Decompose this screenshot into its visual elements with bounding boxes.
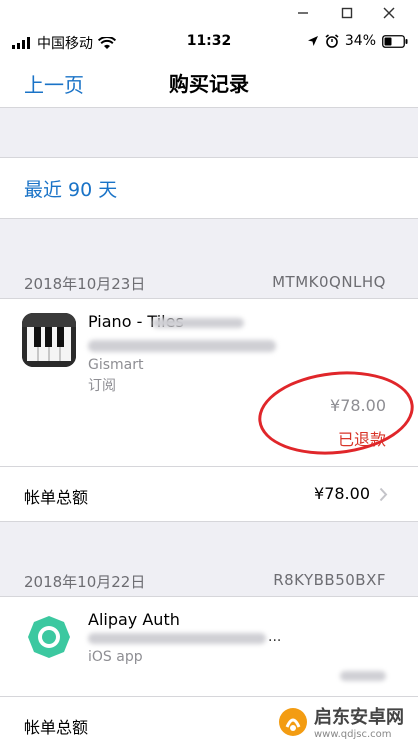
purchase-type: 订阅 — [88, 378, 116, 394]
redacted-text — [152, 318, 244, 328]
status-bar: 中国移动 11:32 34% — [0, 26, 418, 58]
close-icon[interactable] — [378, 3, 400, 23]
alipay-auth-app-icon — [22, 610, 76, 664]
purchase-date: 2018年10月22日 — [24, 573, 146, 591]
bill-total-label: 帐单总额 — [24, 488, 89, 507]
date-range-label: 最近 90 天 — [24, 179, 118, 201]
piano-app-icon — [22, 313, 76, 367]
bill-total-label: 帐单总额 — [24, 718, 89, 737]
bill-total-row[interactable]: 帐单总额 ¥78.00 — [0, 466, 418, 522]
chevron-right-icon — [379, 487, 388, 502]
minimize-icon[interactable] — [292, 3, 314, 23]
navigation-bar: 上一页 购买记录 — [0, 58, 418, 108]
signal-icon — [12, 37, 30, 49]
purchase-item[interactable]: Alipay Auth ... iOS app — [0, 596, 418, 696]
app-name: Alipay Auth — [88, 610, 180, 629]
back-button[interactable]: 上一页 — [24, 69, 84, 98]
window-titlebar — [0, 0, 418, 26]
redacted-price — [340, 671, 386, 681]
developer-name: Gismart — [88, 357, 144, 373]
redacted-subtitle — [88, 340, 276, 352]
watermark-url: www.qdjsc.com — [314, 729, 392, 740]
group-header: 2018年10月23日 MTMK0QNLHQ — [0, 268, 418, 298]
bill-total-amount: ¥78.00 — [314, 484, 370, 503]
carrier: 中国移动 — [12, 33, 116, 53]
watermark: 启东安卓网 www.qdjsc.com — [272, 700, 410, 743]
date-range-row[interactable]: 最近 90 天 — [0, 157, 418, 219]
subtitle-ellipsis: ... — [268, 629, 282, 645]
watermark-name: 启东安卓网 — [314, 707, 404, 728]
order-id: R8KYBB50BXF — [273, 571, 386, 589]
maximize-icon[interactable] — [336, 3, 358, 23]
group-header: 2018年10月22日 R8KYBB50BXF — [0, 566, 418, 596]
carrier-name: 中国移动 — [37, 36, 93, 52]
purchase-date: 2018年10月23日 — [24, 275, 146, 293]
location-arrow-icon — [307, 36, 318, 46]
alarm-icon — [325, 34, 339, 48]
purchase-type: iOS app — [88, 649, 143, 665]
wifi-icon — [98, 36, 116, 49]
battery-percent: 34% — [344, 33, 376, 49]
order-id: MTMK0QNLHQ — [272, 273, 386, 291]
redacted-subtitle — [88, 633, 266, 644]
battery-icon — [382, 34, 408, 48]
watermark-logo-icon — [279, 707, 307, 736]
